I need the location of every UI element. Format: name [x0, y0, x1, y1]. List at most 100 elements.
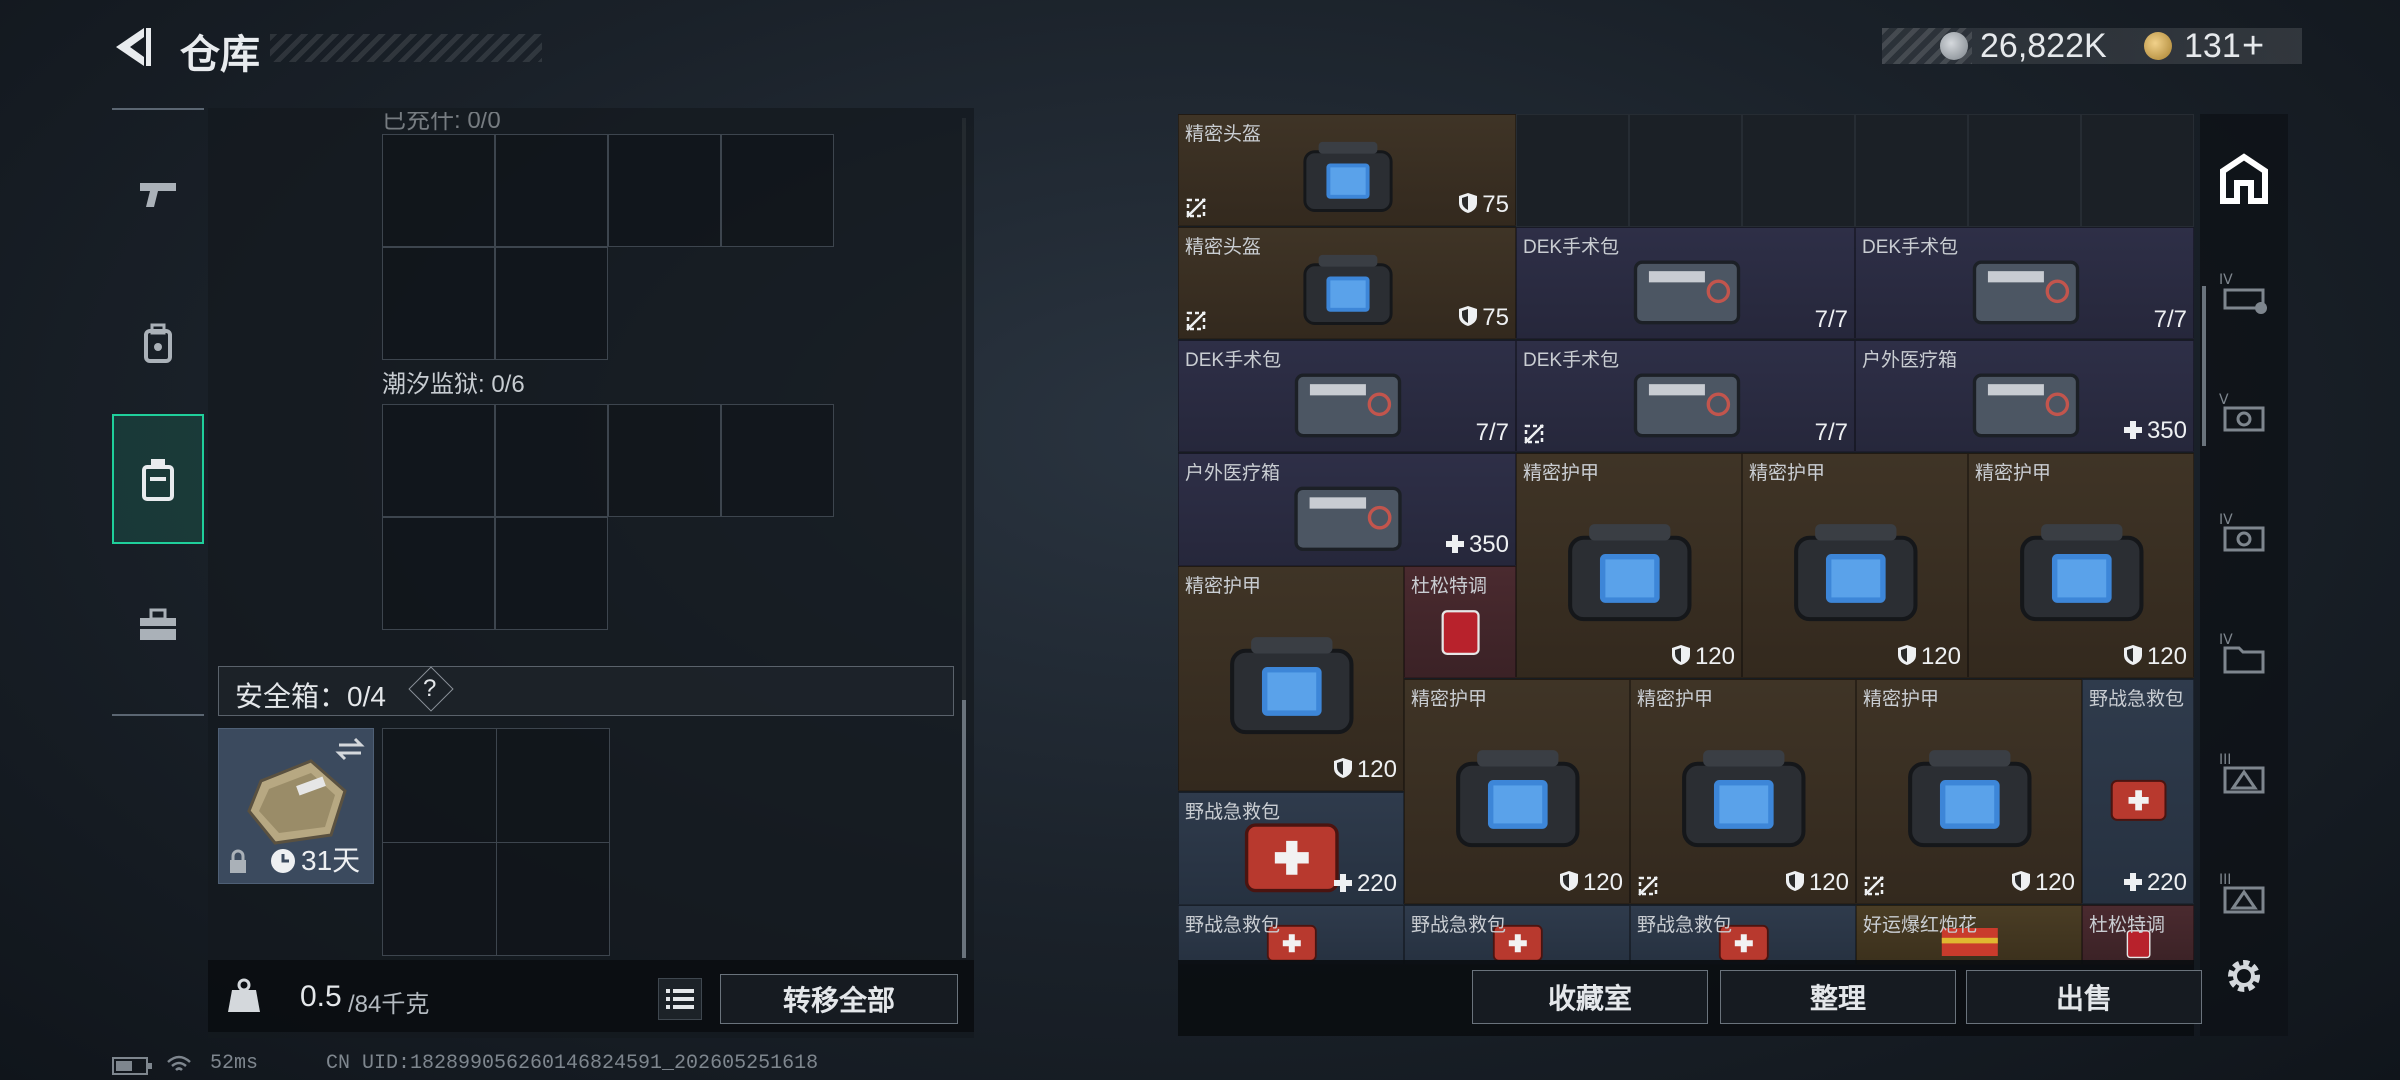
stash-item[interactable]: DEK手术包 7/7 [1178, 340, 1516, 452]
stash-item[interactable]: 野战急救包 220 [2082, 679, 2194, 904]
silver-coin-icon [1940, 32, 1968, 60]
toolbox-icon [140, 608, 176, 640]
stash-item[interactable]: 好运爆红炮花 [1856, 905, 2082, 965]
item-name: DEK手术包 [1523, 350, 1620, 371]
stash-item[interactable]: 精密护甲 120 [1516, 453, 1742, 678]
filter-tier3b-icon[interactable]: III [2208, 858, 2280, 930]
stash-item[interactable]: DEK手术包 7/7 [1516, 340, 1855, 452]
section-label-partial: 已充什: 0/0 [382, 107, 501, 134]
stash-item[interactable]: DEK手术包 7/7 [1855, 227, 2194, 339]
filter-all-icon[interactable] [2208, 144, 2280, 216]
grid-slot[interactable] [495, 517, 608, 630]
empty-slot[interactable] [1742, 114, 1855, 227]
stash-item[interactable]: 野战急救包 [1178, 905, 1404, 965]
svg-text:III: III [2219, 872, 2231, 888]
add-currency-button[interactable]: + [2242, 27, 2264, 65]
stash-item[interactable]: 精密头盔 75 [1178, 227, 1516, 339]
title-decoration [270, 34, 542, 62]
grid-slot[interactable] [721, 404, 834, 517]
grid-slot[interactable] [608, 404, 721, 517]
no-insurance-icon [1637, 875, 1659, 897]
grid-slot[interactable] [495, 247, 608, 360]
item-value: 7/7 [1475, 419, 1509, 446]
item-value: 120 [1333, 756, 1397, 786]
tab-container[interactable] [112, 414, 204, 544]
durability-icon [1333, 757, 1353, 786]
item-value: 7/7 [1814, 419, 1848, 446]
item-name: 野战急救包 [1185, 915, 1281, 936]
tab-toolbox[interactable] [112, 560, 204, 690]
medkit-image [1633, 373, 1740, 438]
grid-slot[interactable] [382, 134, 495, 247]
item-name: 野战急救包 [2089, 689, 2185, 710]
stash-item[interactable]: 杜松特调 [2082, 905, 2194, 965]
item-value: 120 [1785, 869, 1849, 899]
grid-slot[interactable] [721, 134, 834, 247]
item-value: 350 [2123, 417, 2187, 447]
safe-box-label: 安全箱：0/4 [235, 681, 386, 712]
stash-item[interactable]: 精密护甲 120 [1856, 679, 2082, 904]
transfer-all-button[interactable]: 转移全部 [720, 974, 958, 1024]
filter-tier4-folder-icon[interactable]: IV [2208, 618, 2280, 690]
stash-item[interactable]: 野战急救包 [1630, 905, 1856, 965]
stash-item[interactable]: 户外医疗箱 350 [1855, 340, 2194, 452]
durability-icon [2011, 870, 2031, 899]
svg-text:IV: IV [2219, 272, 2233, 288]
grid-slot[interactable] [382, 517, 495, 630]
settings-gear-icon[interactable] [2208, 940, 2280, 1012]
heal-icon [1333, 872, 1353, 900]
stash-item[interactable]: 野战急救包 [1404, 905, 1630, 965]
safe-box-item[interactable]: 31天 [218, 728, 374, 884]
filter-tier4-icon[interactable]: IV [2208, 498, 2280, 570]
empty-slot[interactable] [1855, 114, 1968, 227]
empty-slot[interactable] [1629, 114, 1742, 227]
weight-icon [228, 978, 260, 1012]
stash-item[interactable]: 杜松特调 [1404, 566, 1516, 678]
tab-backpack[interactable] [112, 278, 204, 408]
item-name: 精密护甲 [1749, 463, 1826, 484]
stash-item[interactable]: DEK手术包 7/7 [1516, 227, 1855, 339]
first-aid-image [2111, 779, 2167, 821]
drink-image [1441, 609, 1481, 655]
stash-item[interactable]: 精密护甲 120 [1630, 679, 1856, 904]
grid-slot[interactable] [495, 134, 608, 247]
panel-scrollbar[interactable] [962, 700, 966, 958]
help-icon[interactable]: ? [423, 675, 436, 703]
filter-tier3-icon[interactable]: III [2208, 738, 2280, 810]
grid-slot[interactable] [608, 134, 721, 247]
stash-item[interactable]: 野战急救包 220 [1178, 792, 1404, 905]
stash-item[interactable]: 精密护甲 120 [1404, 679, 1630, 904]
item-value: 75 [1458, 304, 1509, 334]
item-name: 野战急救包 [1637, 915, 1733, 936]
stash-item[interactable]: 精密头盔 75 [1178, 114, 1516, 226]
collection-button[interactable]: 收藏室 [1472, 970, 1708, 1024]
currency-primary: 26,822K [1980, 27, 2107, 65]
stash-item[interactable]: 户外医疗箱 350 [1178, 453, 1516, 566]
safe-box-header: 安全箱：0/4 ? [218, 666, 954, 716]
empty-slot[interactable] [2081, 114, 2194, 227]
tab-weapons[interactable] [112, 130, 204, 260]
list-view-button[interactable] [658, 978, 702, 1020]
grid-slot[interactable] [382, 247, 495, 360]
stash-item[interactable]: 精密护甲 120 [1968, 453, 2194, 678]
grid-slot[interactable] [382, 404, 495, 517]
empty-slot[interactable] [1968, 114, 2081, 227]
list-icon [666, 989, 694, 1009]
filter-tier5-icon[interactable]: V [2208, 378, 2280, 450]
back-arrow-icon[interactable] [108, 24, 154, 70]
currency-bar: 26,822K 131 + [1882, 27, 2302, 65]
weight-capacity: /84千克 [348, 991, 430, 1018]
stash-scrollbar[interactable] [2202, 286, 2206, 446]
item-name: 户外医疗箱 [1862, 350, 1958, 371]
filter-tier4-key-icon[interactable]: IV [2208, 258, 2280, 330]
case-icon [142, 459, 174, 501]
item-name: 杜松特调 [1411, 576, 1488, 597]
stash-item[interactable]: 精密护甲 120 [1178, 566, 1404, 791]
durability-icon [1458, 305, 1478, 334]
sort-button[interactable]: 整理 [1720, 970, 1956, 1024]
empty-slot[interactable] [1516, 114, 1629, 227]
grid-slot[interactable] [495, 404, 608, 517]
sell-button[interactable]: 出售 [1966, 970, 2202, 1024]
stash-item[interactable]: 精密护甲 120 [1742, 453, 1968, 678]
item-value: 220 [1333, 870, 1397, 900]
